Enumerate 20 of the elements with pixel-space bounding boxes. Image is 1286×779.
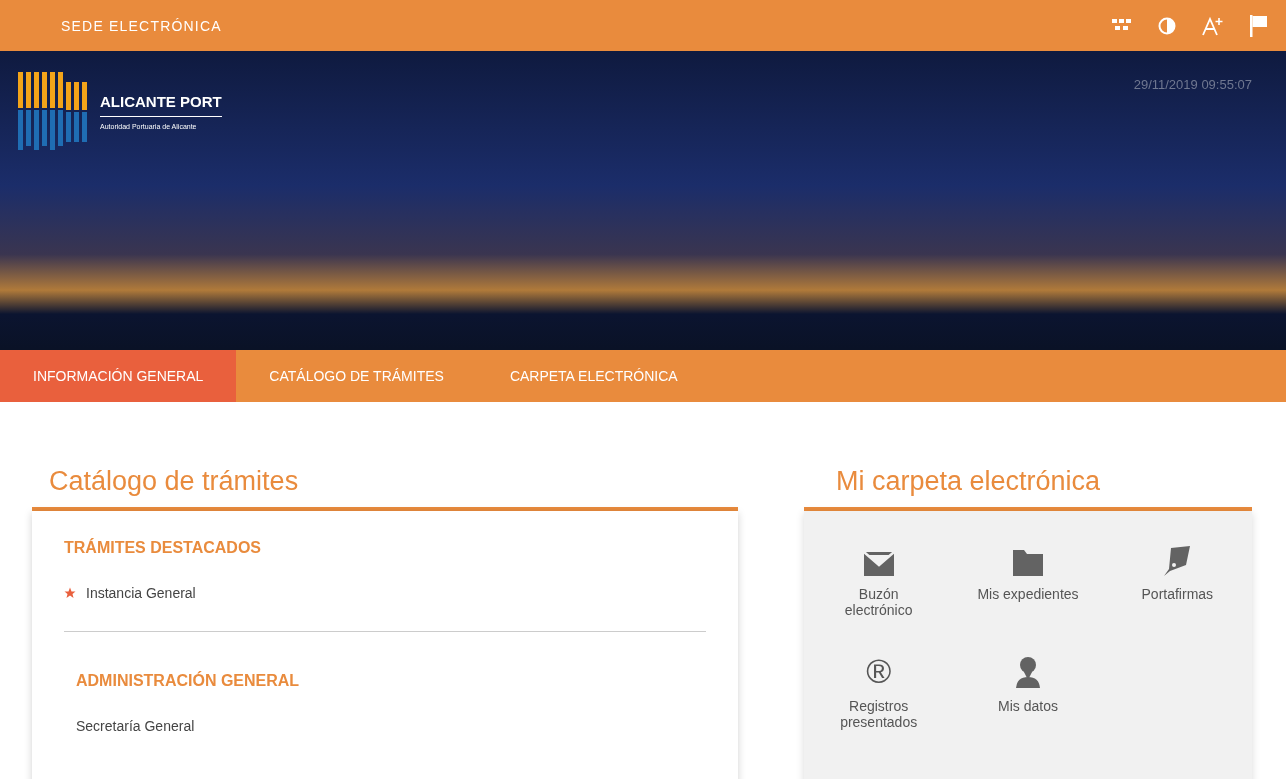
flag-icon[interactable] xyxy=(1250,14,1268,37)
category-heading: TRÁMITES DESTACADOS xyxy=(64,539,263,557)
site-title: SEDE ELECTRÓNICA xyxy=(61,17,223,34)
font-size-icon[interactable] xyxy=(1202,15,1224,36)
procedure-link[interactable]: Secretaría General xyxy=(76,718,195,734)
folder-shortcut[interactable]: Portafirmas xyxy=(1102,541,1252,619)
folder-shortcut[interactable]: ® Registros presentados xyxy=(804,653,954,731)
folder-icon xyxy=(1013,550,1043,576)
logo-name: ALICANTE PORT xyxy=(100,92,222,117)
envelope-icon xyxy=(863,552,894,576)
folder-shortcut[interactable]: Mis expedientes xyxy=(953,541,1103,619)
procedure-link[interactable]: Instancia General xyxy=(86,585,196,601)
contrast-icon[interactable] xyxy=(1158,16,1176,35)
grid-icon[interactable] xyxy=(1112,18,1132,33)
category-heading: ADMINISTRACIÓN GENERAL xyxy=(76,672,301,690)
folder-shortcut[interactable]: Buzón electrónico xyxy=(804,541,954,619)
registered-icon: ® xyxy=(866,654,892,688)
folder-shortcut[interactable]: Mis datos xyxy=(953,653,1103,731)
pen-nib-icon xyxy=(1162,546,1193,576)
date-time: 29/11/2019 09:55:07 xyxy=(1133,77,1252,92)
